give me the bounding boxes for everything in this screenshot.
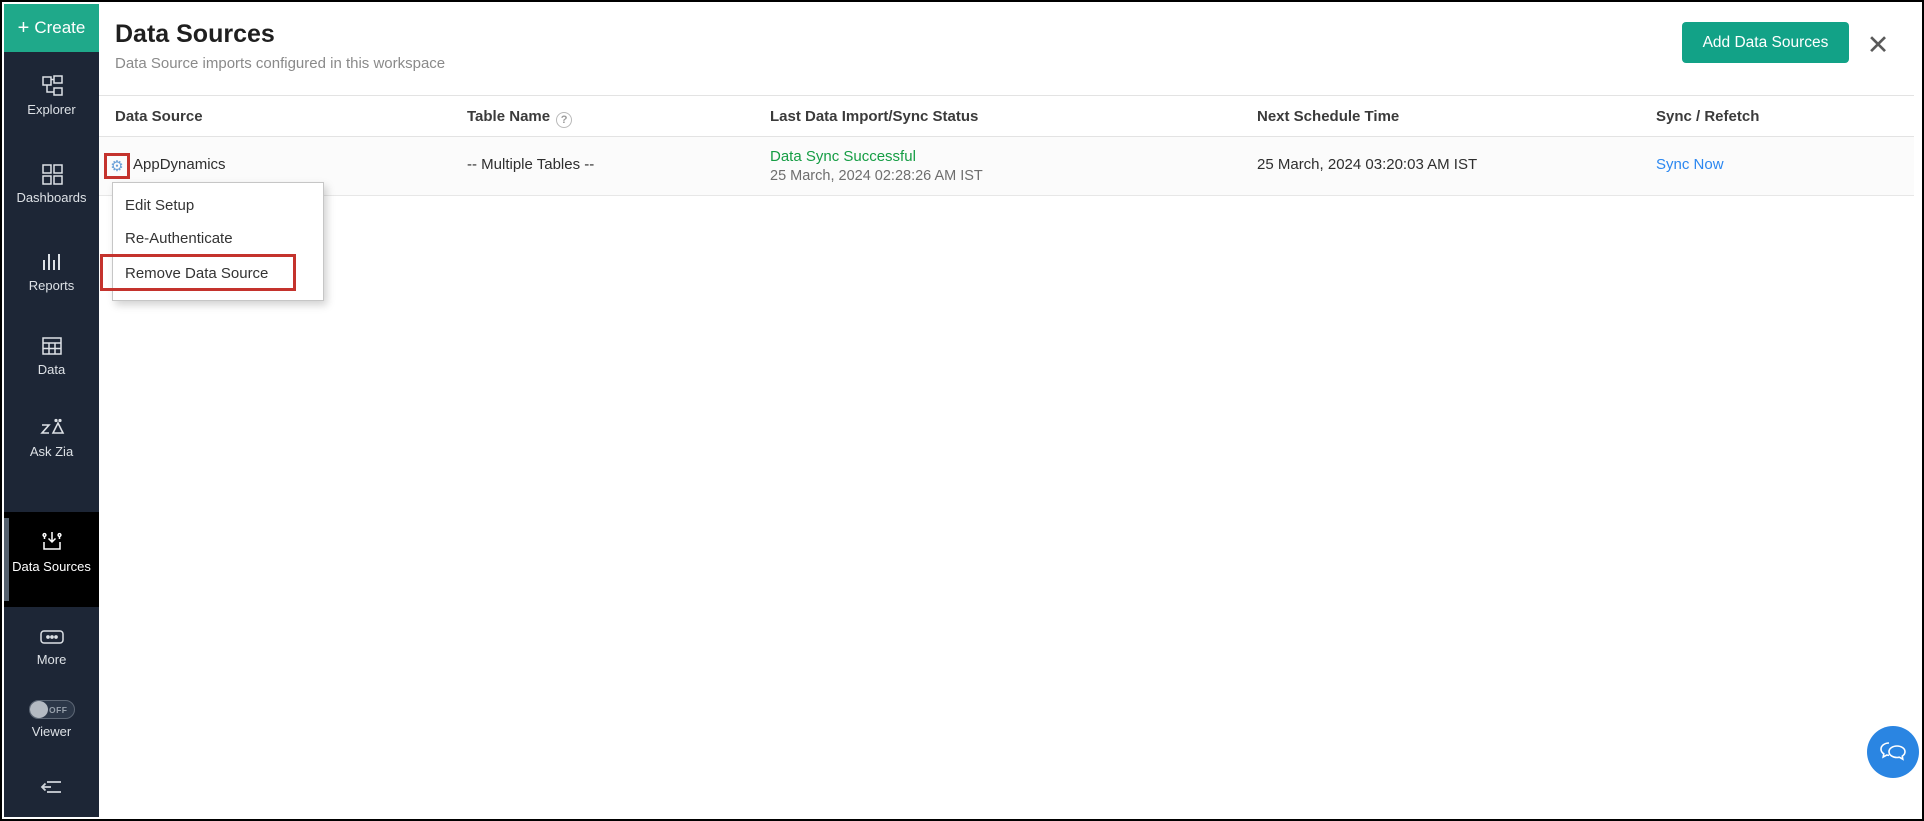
menu-item-re-authenticate[interactable]: Re-Authenticate: [125, 224, 315, 254]
column-header-data-source: Data Source: [115, 108, 203, 125]
chat-bubbles-icon: [1880, 742, 1906, 761]
create-button-label: Create: [34, 18, 86, 37]
toggle-state-label: OFF: [49, 705, 68, 715]
collapse-sidebar-button[interactable]: [4, 777, 99, 801]
sidebar-item-label: Data Sources: [12, 559, 91, 574]
table-header-row: Data Source Table Name? Last Data Import…: [99, 95, 1914, 137]
chat-support-button[interactable]: [1867, 726, 1919, 778]
viewer-toggle[interactable]: OFF: [28, 700, 75, 719]
explorer-icon: [41, 75, 63, 96]
sidebar-item-more[interactable]: More: [4, 626, 99, 667]
app-window: + Create Explorer Dashboards Reports Dat…: [0, 0, 1924, 821]
sidebar-item-data-sources-active[interactable]: Data Sources: [4, 512, 99, 607]
sync-now-link[interactable]: Sync Now: [1656, 156, 1724, 173]
column-header-sync-refetch: Sync / Refetch: [1656, 108, 1760, 125]
toggle-knob: [29, 701, 48, 718]
gear-icon[interactable]: ⚙: [110, 159, 123, 174]
sidebar-item-reports[interactable]: Reports: [4, 250, 99, 293]
menu-item-remove-data-source[interactable]: Remove Data Source: [125, 259, 315, 289]
dashboards-icon: [41, 164, 63, 185]
sidebar-item-label: Dashboards: [16, 190, 87, 205]
sidebar-item-ask-zia[interactable]: Ask Zia: [4, 416, 99, 459]
cell-next-schedule-time: 25 March, 2024 03:20:03 AM IST: [1257, 156, 1478, 173]
cell-table-name: -- Multiple Tables --: [467, 156, 595, 173]
cell-sync-status-time: 25 March, 2024 02:28:26 AM IST: [770, 168, 983, 184]
cell-data-source-name: AppDynamics: [133, 156, 226, 173]
data-sources-icon: [41, 532, 62, 550]
context-menu: Edit Setup Re-Authenticate Remove Data S…: [112, 182, 324, 301]
plus-icon: +: [17, 17, 30, 39]
sidebar-item-label: Reports: [28, 278, 75, 293]
sidebar: + Create Explorer Dashboards Reports Dat…: [4, 4, 99, 817]
sidebar-item-dashboards[interactable]: Dashboards: [4, 162, 99, 205]
page-title: Data Sources: [115, 20, 275, 48]
table-row: ⚙ AppDynamics -- Multiple Tables -- Data…: [99, 137, 1914, 196]
sidebar-item-label: More: [36, 652, 67, 667]
sidebar-item-label: Explorer: [27, 102, 76, 117]
column-header-last-status: Last Data Import/Sync Status: [770, 108, 979, 125]
reports-icon: [42, 254, 60, 270]
collapse-sidebar-icon: [40, 781, 61, 793]
main-panel: Data Sources Data Source imports configu…: [99, 4, 1920, 817]
sidebar-item-label: Data: [37, 362, 66, 377]
help-icon[interactable]: ?: [556, 112, 573, 128]
sidebar-item-data[interactable]: Data: [4, 334, 99, 377]
sidebar-item-label: Ask Zia: [29, 444, 74, 459]
gear-annotation-box: ⚙: [104, 153, 130, 179]
menu-item-edit-setup[interactable]: Edit Setup: [125, 191, 315, 221]
create-button[interactable]: + Create: [4, 4, 99, 52]
page-subtitle: Data Source imports configured in this w…: [115, 55, 446, 72]
column-header-table-name: Table Name?: [467, 108, 573, 128]
viewer-label: Viewer: [31, 724, 72, 739]
cell-sync-status: Data Sync Successful: [770, 148, 916, 165]
column-header-next-schedule: Next Schedule Time: [1257, 108, 1400, 125]
viewer-toggle-group: OFF Viewer: [4, 700, 99, 739]
close-icon[interactable]: ✕: [1861, 28, 1895, 62]
zia-icon: [39, 418, 64, 434]
add-data-sources-button[interactable]: Add Data Sources: [1682, 22, 1849, 63]
more-ellipsis-icon: [39, 630, 64, 644]
sidebar-item-explorer[interactable]: Explorer: [4, 74, 99, 117]
data-table-icon: [41, 337, 62, 355]
